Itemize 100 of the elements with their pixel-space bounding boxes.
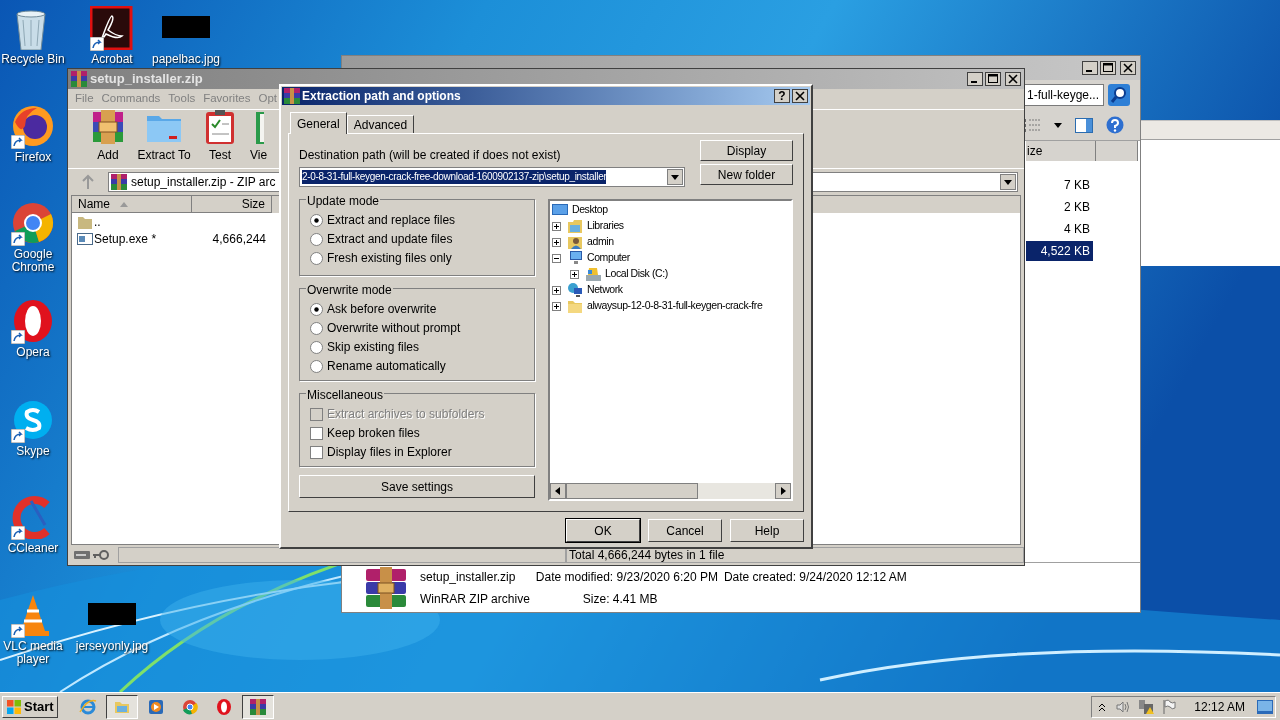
dialog-button[interactable]: OK xyxy=(566,519,640,542)
tree-item[interactable]: Desktop xyxy=(570,202,608,218)
help-icon[interactable] xyxy=(1106,116,1124,134)
option-label[interactable]: Overwrite without prompt xyxy=(327,319,461,337)
firefox-app-icon[interactable] xyxy=(11,104,55,148)
maximize-icon[interactable] xyxy=(1100,61,1116,75)
search-icon[interactable] xyxy=(1108,84,1130,106)
column-header[interactable]: Size xyxy=(192,196,272,213)
desktop-icon-label[interactable]: Recycle Bin xyxy=(1,53,65,66)
radio-button[interactable] xyxy=(310,340,323,354)
close-icon[interactable] xyxy=(1120,61,1136,75)
file-name[interactable]: Setup.exe * xyxy=(94,229,157,248)
desktop-icon-label[interactable]: CCleaner xyxy=(7,542,59,555)
horizontal-scrollbar[interactable] xyxy=(550,483,791,499)
option-label[interactable]: Ask before overwrite xyxy=(327,300,437,318)
desktop-icon-label[interactable]: Acrobat xyxy=(91,53,133,66)
dialog-button[interactable]: Cancel xyxy=(648,519,722,542)
option-label[interactable]: Extract and update files xyxy=(327,230,453,248)
skype-app-icon[interactable] xyxy=(11,398,55,442)
expand-icon[interactable] xyxy=(552,285,561,295)
maximize-icon[interactable] xyxy=(985,72,1001,86)
file-name[interactable]: .. xyxy=(94,212,101,231)
show-desktop-icon[interactable] xyxy=(1257,699,1273,714)
tree-item[interactable]: Computer xyxy=(585,250,630,266)
desktop-icon-label[interactable]: Opera xyxy=(16,346,50,359)
sort-arrow-icon xyxy=(120,201,128,207)
radio-button[interactable] xyxy=(310,359,323,373)
taskbar-button[interactable] xyxy=(241,694,274,719)
clock[interactable]: 12:12 AM xyxy=(1194,697,1245,716)
radio-button[interactable] xyxy=(310,321,323,335)
chevron-up-icon[interactable] xyxy=(1098,701,1107,712)
radio-button[interactable] xyxy=(310,213,323,227)
libraries-icon xyxy=(567,218,583,234)
acrobat-app-icon[interactable] xyxy=(90,6,134,50)
option-label[interactable]: Fresh existing files only xyxy=(327,249,452,267)
search-field[interactable]: 1-full-keyge... xyxy=(1024,84,1104,106)
preview-pane-icon[interactable] xyxy=(1075,117,1093,133)
radio-button[interactable] xyxy=(310,251,323,265)
desktop-icon-label[interactable]: Firefox xyxy=(14,151,52,164)
dialog-button[interactable]: Display xyxy=(700,140,793,161)
close-icon[interactable] xyxy=(792,89,808,103)
collapse-icon[interactable] xyxy=(552,253,561,263)
date-created: Date created: 9/24/2020 12:12 AM xyxy=(723,568,907,586)
dropdown-icon[interactable] xyxy=(667,169,683,185)
disk-icon xyxy=(585,266,601,282)
tree-item[interactable]: Local Disk (C:) xyxy=(603,266,668,282)
save-settings-button[interactable]: Save settings xyxy=(299,475,535,498)
user-icon xyxy=(567,234,583,250)
option-label[interactable]: Keep broken files xyxy=(327,424,420,442)
toolbar-button[interactable]: Add xyxy=(80,108,136,164)
option-label[interactable]: Rename automatically xyxy=(327,357,446,375)
radio-button[interactable] xyxy=(310,232,323,246)
folder-tree[interactable]: Desktop Libraries admin Computer Local Disk (C:) Network alwaysup-12-0-8-31-full-keygen-crack-fre xyxy=(548,199,793,501)
desktop-icon-label[interactable]: Skype xyxy=(16,445,50,458)
file-size-cell[interactable]: 2 KB xyxy=(1026,197,1093,217)
destination-field[interactable]: 2-0-8-31-full-keygen-crack-free-download-1600902137-zip\setup_installer xyxy=(299,167,685,187)
dropdown-icon[interactable] xyxy=(1000,174,1016,190)
file-size-cell[interactable]: 4,522 KB xyxy=(1026,241,1093,261)
option-label[interactable]: Extract and replace files xyxy=(327,211,456,229)
desktop-icon-label[interactable]: papelbac.jpg xyxy=(151,53,221,66)
window-title: setup_installer.zip xyxy=(90,70,203,89)
opera-app-icon[interactable] xyxy=(11,299,55,343)
option-label[interactable]: Skip existing files xyxy=(327,338,420,356)
toolbar-button[interactable]: Extract To xyxy=(136,108,192,164)
checkbox[interactable] xyxy=(310,445,323,459)
dialog-button[interactable]: New folder xyxy=(700,164,793,185)
option-label[interactable]: Display files in Explorer xyxy=(327,443,452,461)
file-size-cell[interactable]: 4 KB xyxy=(1026,219,1093,239)
flag-icon[interactable] xyxy=(1162,698,1177,715)
tab[interactable]: Advanced xyxy=(346,115,415,133)
dialog-title: Extraction path and options xyxy=(302,88,461,105)
network-warning-icon[interactable] xyxy=(1138,698,1155,715)
checkbox[interactable] xyxy=(310,426,323,440)
date-modified: Date modified: 9/23/2020 6:20 PM xyxy=(535,568,718,586)
help-button[interactable]: ? xyxy=(774,89,790,103)
media-icon xyxy=(146,697,165,716)
caret-icon[interactable] xyxy=(1054,122,1062,128)
expand-icon[interactable] xyxy=(552,301,561,311)
tree-item[interactable]: alwaysup-12-0-8-31-full-keygen-crack-fre xyxy=(585,298,763,314)
expand-icon[interactable] xyxy=(570,269,579,279)
tree-item[interactable]: Libraries xyxy=(585,218,624,234)
minimize-icon[interactable] xyxy=(1082,61,1098,75)
dialog-button[interactable]: Help xyxy=(730,519,804,542)
chrome-app-icon[interactable] xyxy=(11,201,55,245)
column-header[interactable]: Name xyxy=(72,196,192,213)
tab[interactable]: General xyxy=(290,112,347,134)
desktop-icon xyxy=(552,202,568,218)
tree-item[interactable]: admin xyxy=(585,234,614,250)
start-button[interactable]: Start xyxy=(2,695,58,718)
file-name: setup_installer.zip xyxy=(420,568,517,586)
expand-icon[interactable] xyxy=(552,237,561,247)
file-size-cell[interactable]: 7 KB xyxy=(1026,175,1093,195)
tree-item[interactable]: Network xyxy=(585,282,623,298)
minimize-icon[interactable] xyxy=(967,72,983,86)
toolbar-button[interactable]: Test xyxy=(192,108,248,164)
expand-icon[interactable] xyxy=(552,221,561,231)
radio-button[interactable] xyxy=(310,302,323,316)
taskbar-button[interactable] xyxy=(105,694,138,719)
desktop-icon-label[interactable]: Google Chrome xyxy=(0,248,66,274)
close-icon[interactable] xyxy=(1005,72,1021,86)
